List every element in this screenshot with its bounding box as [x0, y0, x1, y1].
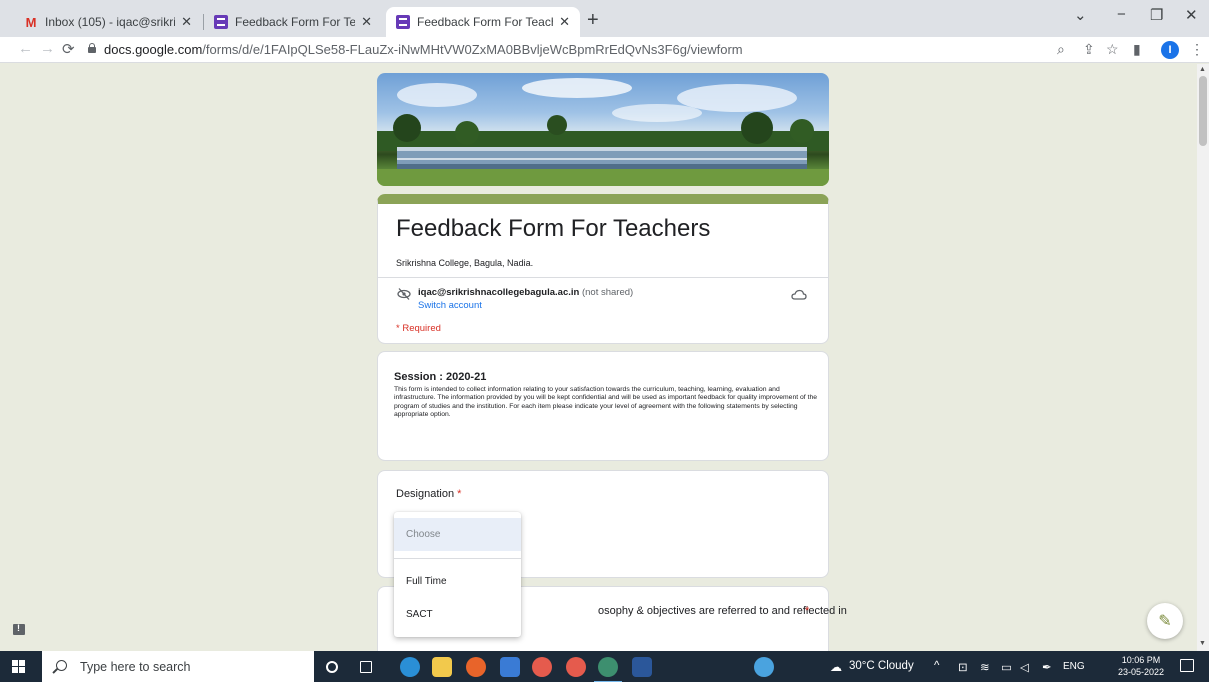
clock-time: 10:06 PM [1121, 655, 1161, 665]
form-title: Feedback Form For Teachers [396, 215, 711, 242]
switch-account-link[interactable]: Switch account [418, 300, 482, 311]
tab-title: Feedback Form For Teachers [417, 15, 553, 29]
page-scrollbar[interactable]: ▲ ▼ [1197, 64, 1209, 651]
forward-arrow-icon[interactable]: → [40, 40, 55, 57]
close-icon[interactable]: ✕ [181, 14, 192, 30]
volume-icon[interactable]: ◁ [1020, 660, 1029, 674]
session-title: Session : 2020-21 [394, 371, 487, 383]
account-email: iqac@srikrishnacollegebagula.ac.in [418, 287, 580, 298]
clock-date: 23-05-2022 [1118, 667, 1165, 677]
header-banner-image [377, 73, 829, 186]
chrome-active-icon[interactable] [594, 657, 622, 682]
tray-chevron-icon[interactable]: ^ [934, 660, 939, 672]
zoom-icon[interactable]: ⌕ [1057, 41, 1065, 58]
required-star: * [805, 605, 810, 617]
windows-start-icon[interactable] [12, 660, 26, 674]
side-panel-icon[interactable]: ▮ [1133, 41, 1141, 58]
minimize-icon[interactable]: − [1117, 6, 1126, 23]
dropdown-separator [394, 558, 521, 559]
designation-dropdown-menu[interactable]: Choose Full Time SACT [394, 512, 521, 637]
form-title-card: Feedback Form For Teachers Srikrishna Co… [377, 194, 829, 344]
question-text: Designation [396, 488, 455, 500]
reload-icon[interactable]: ⟳ [62, 40, 75, 58]
battery-icon[interactable]: ▭ [1001, 660, 1012, 674]
tab-title: Feedback Form For Teachers - Go [235, 15, 356, 29]
tab-feedback-form-edit[interactable]: Feedback Form For Teachers - Go ✕ [204, 7, 382, 37]
cloud-save-icon [791, 289, 807, 300]
share-icon[interactable]: ⇪ [1083, 41, 1095, 58]
divider [378, 277, 828, 278]
gmail-icon: M [25, 14, 37, 30]
close-icon[interactable]: ✕ [559, 14, 570, 30]
notification-icon[interactable] [1180, 659, 1194, 672]
language-indicator[interactable]: ENG [1063, 661, 1085, 672]
session-info-card: Session : 2020-21 This form is intended … [377, 351, 829, 461]
taskbar-clock[interactable]: 10:06 PM 23-05-2022 [1118, 654, 1164, 678]
browser-tab-strip: M Inbox (105) - iqac@srikrishnacoll ✕ Fe… [0, 0, 1209, 37]
tab-feedback-form-active[interactable]: Feedback Form For Teachers ✕ [386, 7, 580, 37]
file-explorer-icon[interactable] [432, 657, 452, 677]
tab-search-chevron-icon[interactable]: ⌄ [1074, 6, 1087, 24]
browser-toolbar: ← → ⟳ docs.google.com/forms/d/e/1FAIpQLS… [0, 37, 1209, 63]
dropdown-option-full-time[interactable]: Full Time [394, 565, 521, 597]
windows-taskbar: Type here to search ☁ 30°C Cloudy ^ ⊡ ≋ … [0, 651, 1209, 682]
question-label: osophy & objectives are referred to and … [598, 605, 847, 617]
forms-icon [214, 15, 228, 29]
taskbar-search-placeholder: Type here to search [80, 659, 191, 674]
scroll-down-icon[interactable]: ▼ [1199, 640, 1206, 647]
required-note: * Required [396, 323, 441, 334]
close-icon[interactable]: ✕ [361, 14, 372, 30]
chrome-icon[interactable] [532, 657, 552, 677]
edit-pencil-button[interactable]: ✎ [1147, 603, 1183, 639]
form-page: Feedback Form For Teachers Srikrishna Co… [0, 64, 1197, 651]
task-view-icon[interactable] [360, 661, 372, 673]
report-feedback-icon[interactable] [13, 623, 25, 635]
eye-off-icon [397, 288, 411, 300]
firefox-icon[interactable] [466, 657, 486, 677]
wifi-icon[interactable]: ≋ [980, 660, 990, 674]
network-icon[interactable]: ⊡ [958, 660, 968, 674]
chrome-icon[interactable] [566, 657, 586, 677]
url-host: docs.google.com [104, 42, 203, 57]
lock-icon [88, 43, 96, 53]
scroll-up-icon[interactable]: ▲ [1199, 66, 1206, 73]
session-description: This form is intended to collect informa… [394, 386, 818, 418]
account-email-line: iqac@srikrishnacollegebagula.ac.in (not … [418, 287, 633, 298]
cortana-icon[interactable] [326, 661, 338, 673]
taskbar-search-box[interactable]: Type here to search [42, 651, 314, 682]
help-icon[interactable] [754, 657, 774, 677]
cloud-weather-icon: ☁ [830, 660, 842, 674]
scrollbar-thumb[interactable] [1199, 76, 1207, 146]
menu-kebab-icon[interactable]: ⋮ [1190, 41, 1204, 58]
url-path: /forms/d/e/1FAIpQLSe58-FLauZx-iNwMHtVW0Z… [202, 42, 743, 57]
dropdown-option-choose[interactable]: Choose [394, 518, 521, 551]
taskbar-app-icon[interactable] [500, 657, 520, 677]
word-icon[interactable] [632, 657, 652, 677]
back-arrow-icon[interactable]: ← [18, 40, 33, 57]
forms-icon [396, 15, 410, 29]
question-label: Designation * [396, 488, 461, 500]
window-close-icon[interactable]: ✕ [1185, 6, 1198, 24]
edge-browser-icon[interactable] [400, 657, 420, 677]
profile-avatar[interactable]: I [1161, 41, 1179, 59]
bookmark-star-icon[interactable]: ☆ [1106, 41, 1119, 58]
pencil-icon: ✎ [1158, 613, 1172, 630]
pen-icon[interactable]: ✒ [1042, 660, 1052, 674]
form-description: Srikrishna College, Bagula, Nadia. [396, 258, 534, 268]
tab-gmail-inbox[interactable]: M Inbox (105) - iqac@srikrishnacoll ✕ [14, 7, 202, 37]
account-not-shared: (not shared) [581, 287, 634, 298]
restore-icon[interactable]: ❐ [1150, 6, 1163, 24]
search-icon [56, 660, 67, 671]
required-star: * [457, 488, 462, 500]
address-bar[interactable]: docs.google.com/forms/d/e/1FAIpQLSe58-FL… [104, 42, 743, 57]
tab-title: Inbox (105) - iqac@srikrishnacoll [45, 15, 176, 29]
new-tab-button[interactable]: + [587, 9, 599, 32]
weather-text[interactable]: 30°C Cloudy [849, 660, 914, 672]
dropdown-option-sact[interactable]: SACT [394, 598, 521, 630]
